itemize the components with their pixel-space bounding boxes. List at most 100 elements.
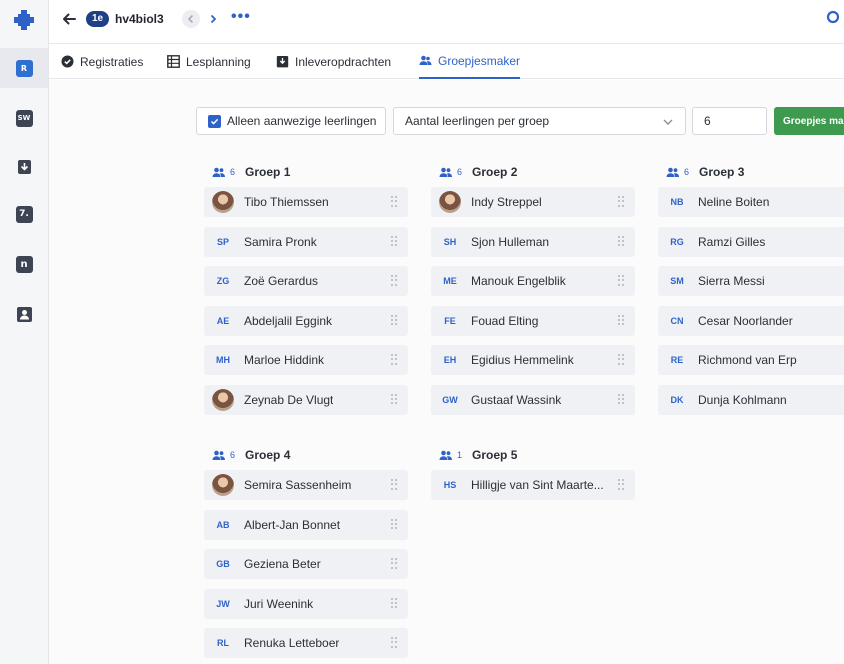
sidebar-item-grades[interactable]: 7.	[0, 194, 48, 234]
student-card[interactable]: SH Sjon Hulleman	[431, 226, 635, 257]
drag-handle-icon[interactable]	[391, 558, 397, 569]
student-name: Gustaaf Wassink	[471, 392, 562, 407]
drag-handle-icon[interactable]	[391, 275, 397, 286]
student-initials: SP	[216, 236, 229, 247]
drag-handle-icon[interactable]	[391, 637, 397, 648]
student-initials: MH	[216, 355, 230, 365]
grade-icon: 7.	[15, 205, 33, 223]
student-card[interactable]: NB Neline Boiten	[658, 187, 844, 217]
student-card[interactable]: SP Samira Pronk	[204, 226, 408, 257]
chevron-down-icon	[663, 119, 673, 125]
back-arrow-icon[interactable]	[61, 11, 77, 27]
tab-lesplanning[interactable]: Lesplanning	[167, 44, 251, 79]
student-initials: RE	[670, 355, 684, 365]
drag-handle-icon[interactable]	[618, 196, 624, 207]
people-icon	[439, 167, 452, 177]
student-card[interactable]: MH Marloe Hiddink	[204, 345, 408, 375]
student-card[interactable]: Tibo Thiemssen	[204, 187, 408, 217]
student-card[interactable]: SM Sierra Messi	[658, 266, 844, 296]
student-initials: AB	[216, 519, 230, 530]
student-card[interactable]: RE Richmond van Erp	[658, 345, 844, 375]
student-initials: HS	[443, 480, 457, 490]
group-header: 6 Groep 2	[431, 163, 635, 181]
student-card[interactable]: HS Hilligje van Sint Maarte...	[431, 470, 635, 500]
student-photo	[212, 474, 234, 496]
drag-handle-icon[interactable]	[391, 393, 397, 405]
student-card[interactable]: RL Renuka Letteboer	[204, 628, 408, 658]
tab-label: Lesplanning	[186, 54, 251, 69]
sidebar-item-sw[interactable]: SW	[0, 98, 48, 138]
student-initials: EH	[443, 355, 457, 365]
group-member-count: 6	[684, 167, 690, 177]
make-groups-button[interactable]: Groepjes maken	[774, 107, 844, 135]
drag-handle-icon[interactable]	[618, 393, 624, 405]
student-photo	[439, 191, 461, 213]
student-card[interactable]: CN Cesar Noorlander	[658, 305, 844, 336]
sidebar-item-n[interactable]: n	[0, 244, 48, 284]
drag-handle-icon[interactable]	[618, 275, 624, 286]
sidebar-item-students[interactable]	[0, 294, 48, 334]
group-header: 6 Groep 4	[204, 446, 408, 464]
group-member-count: 1	[457, 450, 463, 460]
student-name: Geziena Beter	[244, 557, 321, 571]
drag-handle-icon[interactable]	[618, 314, 624, 326]
drag-handle-icon[interactable]	[391, 354, 397, 365]
tab-label: Registraties	[80, 54, 144, 69]
group-card: 6 Groep 4 Semira Sassenheim AB Albert-Jan Bo…	[204, 446, 408, 664]
drag-handle-icon[interactable]	[618, 235, 624, 247]
group-name: Groep 2	[472, 165, 518, 179]
student-name: Sierra Messi	[698, 274, 765, 288]
people-icon	[212, 167, 225, 177]
drag-handle-icon[interactable]	[391, 597, 397, 609]
student-card[interactable]: ME Manouk Engelblik	[431, 266, 635, 296]
drag-handle-icon[interactable]	[391, 479, 397, 490]
group-mode-select[interactable]: Aantal leerlingen per groep	[393, 107, 686, 135]
student-card[interactable]: Semira Sassenheim	[204, 470, 408, 500]
student-card[interactable]: AE Abdeljalil Eggink	[204, 305, 408, 336]
previous-class-button[interactable]	[182, 10, 200, 28]
tab-inleveropdrachten[interactable]: Inleveropdrachten	[276, 44, 391, 79]
present-students-only-toggle[interactable]: Alleen aanwezige leerlingen	[196, 107, 386, 135]
student-card[interactable]: ZG Zoë Gerardus	[204, 266, 408, 296]
student-initials: ME	[443, 276, 457, 286]
student-card[interactable]: EH Egidius Hemmelink	[431, 345, 635, 375]
group-header: 6 Groep 1	[204, 163, 408, 181]
drag-handle-icon[interactable]	[391, 196, 397, 207]
student-card[interactable]: DK Dunja Kohlmann	[658, 384, 844, 415]
app-sidebar: R SW 7. n	[0, 0, 49, 664]
sidebar-item-registrations[interactable]: R	[0, 48, 48, 88]
student-card[interactable]: Indy Streppel	[431, 187, 635, 217]
student-name: Renuka Letteboer	[244, 636, 340, 650]
sidebar-item-assignments[interactable]	[0, 146, 48, 186]
student-card[interactable]: AB Albert-Jan Bonnet	[204, 509, 408, 540]
student-card[interactable]: GW Gustaaf Wassink	[431, 384, 635, 415]
student-card[interactable]: GB Geziena Beter	[204, 549, 408, 579]
app-logo-icon[interactable]	[12, 8, 36, 32]
check-circle-icon	[61, 55, 74, 68]
students-per-group-input[interactable]	[692, 107, 767, 135]
drag-handle-icon[interactable]	[618, 354, 624, 365]
more-options-button[interactable]: •••	[231, 8, 251, 26]
tab-groepjesmaker[interactable]: Groepjesmaker	[419, 44, 521, 79]
student-initials: DK	[670, 394, 684, 405]
student-name: Albert-Jan Bonnet	[244, 517, 341, 532]
tab-registraties[interactable]: Registraties	[61, 44, 143, 79]
class-title: hv4biol3	[115, 12, 164, 26]
drag-handle-icon[interactable]	[391, 518, 397, 530]
drag-handle-icon[interactable]	[618, 479, 624, 490]
student-card[interactable]: FE Fouad Elting	[431, 305, 635, 336]
student-initials: RG	[670, 236, 684, 247]
student-name: Indy Streppel	[471, 195, 542, 209]
drag-handle-icon[interactable]	[391, 314, 397, 326]
select-value: Aantal leerlingen per groep	[405, 114, 550, 128]
student-card[interactable]: RG Ramzi Gilles	[658, 226, 844, 257]
search-icon[interactable]	[826, 10, 842, 26]
people-icon	[212, 450, 225, 460]
student-name: Semira Sassenheim	[244, 478, 352, 492]
student-card[interactable]: JW Juri Weenink	[204, 588, 408, 619]
tab-bar: Registraties Lesplanning Inleveropdracht…	[49, 44, 844, 79]
drag-handle-icon[interactable]	[391, 235, 397, 247]
student-card[interactable]: Zeynab De Vlugt	[204, 384, 408, 415]
next-class-button[interactable]	[204, 10, 222, 28]
student-initials: JW	[216, 598, 230, 609]
